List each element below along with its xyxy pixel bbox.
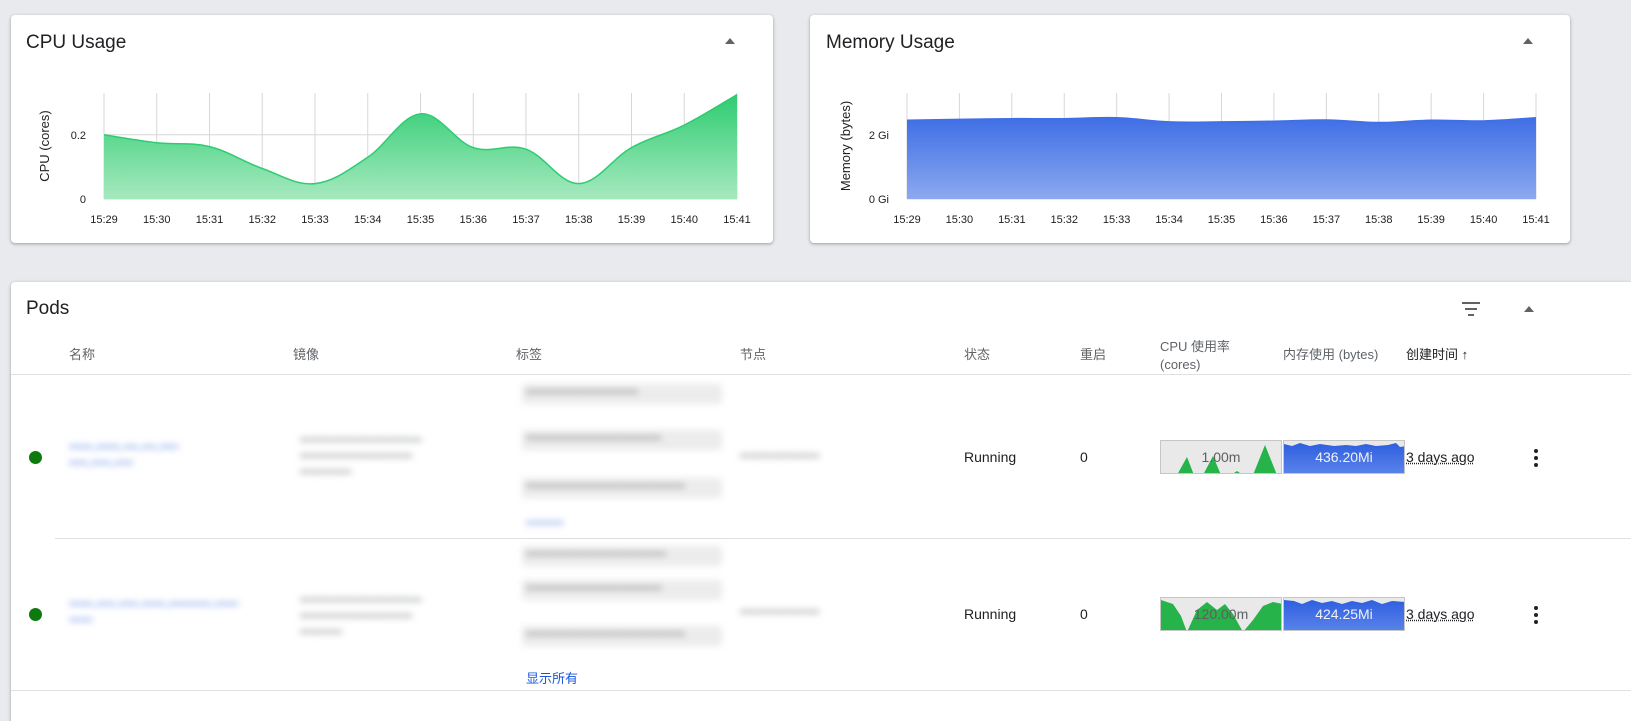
pods-card — [11, 282, 1631, 721]
cpu-x-tick: 15:34 — [354, 214, 382, 226]
cpu-x-tick: 15:32 — [248, 214, 276, 226]
pod-restarts: 0 — [1080, 606, 1088, 622]
pod-label: ****************************** — [522, 546, 722, 566]
cpu-x-tick: 15:36 — [459, 214, 487, 226]
table-bottom — [11, 690, 1631, 691]
pod-node: ***************** — [740, 607, 820, 621]
status-dot — [29, 608, 42, 621]
pod-status: Running — [964, 449, 1017, 465]
cpu-x-tick: 15:37 — [512, 214, 540, 226]
row-more-icon[interactable] — [1524, 603, 1548, 627]
memory-sparkline: 424.25Mi — [1283, 597, 1405, 631]
mem-x-tick: 15:29 — [893, 214, 921, 226]
cpu-x-tick: 15:40 — [670, 214, 698, 226]
cpu-y-axis-label: CPU (cores) — [37, 110, 52, 182]
col-header-labels[interactable]: 标签 — [516, 346, 542, 364]
cpu-value: 1.00m — [1201, 449, 1241, 465]
cpu-x-tick: 15:33 — [301, 214, 329, 226]
header-divider — [11, 374, 1631, 375]
col-header-memory[interactable]: 内存使用 (bytes) — [1283, 346, 1378, 364]
col-header-restarts[interactable]: 重启 — [1080, 346, 1106, 364]
mem-x-tick: 15:34 — [1155, 214, 1183, 226]
col-header-node[interactable]: 节点 — [740, 346, 766, 364]
col-header-cpu[interactable]: CPU 使用率 (cores) — [1160, 338, 1230, 374]
col-header-image[interactable]: 镜像 — [293, 346, 319, 364]
pod-name-link[interactable]: *****-*****-***-***-**** ****-****-**** — [69, 441, 249, 473]
pods-title: Pods — [26, 298, 70, 319]
cpu-x-tick: 15:41 — [723, 214, 751, 226]
mem-x-tick: 15:41 — [1522, 214, 1550, 226]
cpu-x-tick: 15:38 — [565, 214, 593, 226]
pod-status: Running — [964, 606, 1017, 622]
pod-label: ********************************** — [522, 478, 722, 498]
cpu-x-tick: 15:30 — [143, 214, 171, 226]
created-time[interactable]: 3 days ago — [1406, 449, 1475, 465]
filter-icon[interactable] — [1459, 297, 1483, 321]
pod-restarts: 0 — [1080, 449, 1088, 465]
mem-x-tick: 15:36 — [1260, 214, 1288, 226]
mem-x-tick: 15:35 — [1208, 214, 1236, 226]
cpu-x-tick: 15:39 — [618, 214, 646, 226]
show-all-link[interactable]: 显示所有 — [526, 668, 578, 687]
cpu-usage-card: CPU Usage 15:29 15:30 15:31 15:32 15:33 15:34… — [11, 15, 773, 243]
cpu-x-tick: 15:31 — [196, 214, 224, 226]
memory-value: 424.25Mi — [1315, 606, 1373, 622]
col-header-created[interactable]: 创建时间 ↑ — [1406, 346, 1468, 364]
mem-x-tick: 15:32 — [1050, 214, 1078, 226]
show-all-link[interactable]: ******** — [526, 517, 563, 533]
mem-x-tick: 15:33 — [1103, 214, 1131, 226]
cpu-x-tick: 15:29 — [90, 214, 118, 226]
pods-collapse-icon[interactable] — [1517, 297, 1541, 321]
mem-area — [907, 117, 1536, 199]
cpu-usage-chart: 15:29 15:30 15:31 15:32 15:33 15:34 15:35 15:36… — [37, 93, 751, 226]
mem-y-tick: 2 Gi — [869, 130, 889, 142]
cpu-value: 120.00m — [1193, 606, 1249, 622]
cpu-y-tick: 0 — [80, 194, 86, 206]
pod-label: ***************************** — [522, 430, 722, 450]
row-divider — [55, 538, 915, 539]
col-header-name[interactable]: 名称 — [69, 346, 95, 364]
status-dot — [29, 451, 42, 464]
pod-label: ***************************** — [522, 580, 722, 600]
mem-x-tick: 15:38 — [1365, 214, 1393, 226]
pod-name-link[interactable]: *****-****-****-*****-*********-***** ***… — [69, 598, 284, 630]
mem-x-tick: 15:40 — [1470, 214, 1498, 226]
col-header-status[interactable]: 状态 — [964, 346, 990, 364]
memory-usage-chart: 15:29 15:30 15:31 15:32 15:33 15:34 15:35 15:36… — [838, 93, 1550, 226]
mem-y-axis-label: Memory (bytes) — [838, 101, 853, 191]
cpu-sparkline: 1.00m — [1160, 440, 1282, 474]
pod-image: ************************** **************… — [300, 595, 422, 641]
pod-image: ************************** **************… — [300, 435, 422, 481]
mem-x-tick: 15:39 — [1417, 214, 1445, 226]
row-more-icon[interactable] — [1524, 446, 1548, 470]
mem-x-tick: 15:30 — [946, 214, 974, 226]
created-time[interactable]: 3 days ago — [1406, 606, 1475, 622]
cpu-sparkline: 120.00m — [1160, 597, 1282, 631]
memory-value: 436.20Mi — [1315, 449, 1373, 465]
mem-x-tick: 15:37 — [1313, 214, 1341, 226]
cpu-x-tick: 15:35 — [407, 214, 435, 226]
pod-label: ************************ — [522, 384, 722, 404]
row-divider — [915, 538, 1631, 539]
pod-label: ********************************** — [522, 626, 722, 646]
pod-node: ***************** — [740, 451, 820, 465]
col-header-cpu-label: CPU 使用率 — [1160, 339, 1231, 354]
cpu-y-tick: 0.2 — [71, 130, 86, 142]
col-header-cpu-unit: (cores) — [1160, 357, 1201, 372]
mem-y-tick: 0 Gi — [869, 194, 889, 206]
mem-x-tick: 15:31 — [998, 214, 1026, 226]
memory-sparkline: 436.20Mi — [1283, 440, 1405, 474]
memory-usage-card: Memory Usage 15:29 15:30 15:31 15:32 15:33 15… — [810, 15, 1570, 243]
